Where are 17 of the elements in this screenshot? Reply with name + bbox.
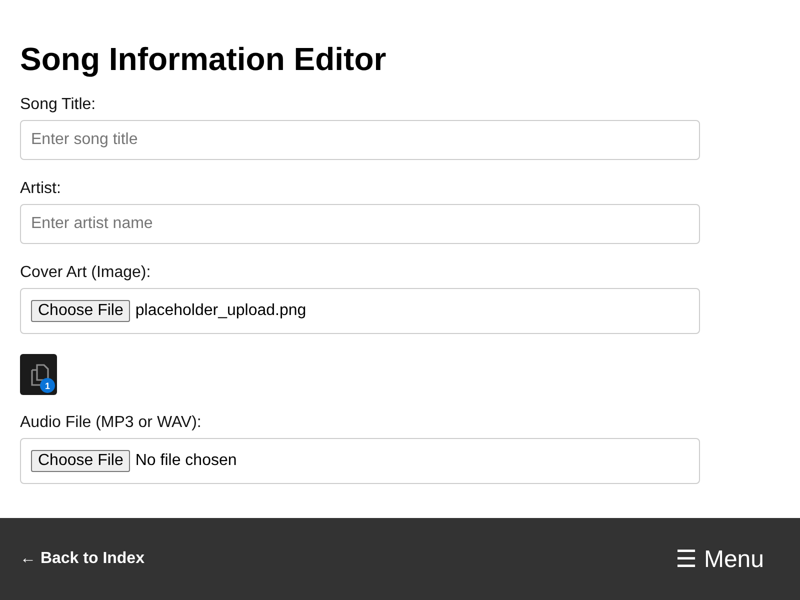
file-input[interactable]: Choose File placeholder_upload.png — [20, 288, 700, 334]
input-field[interactable]: Enter song title — [20, 120, 700, 160]
field-label: Cover Art (Image): — [20, 264, 151, 282]
file-preview-tile[interactable]: 1 — [20, 354, 57, 395]
file-name: No file chosen — [135, 452, 237, 470]
field-label: Audio File (MP3 or WAV): — [20, 414, 202, 432]
back-link[interactable]: ← Back to Index — [20, 550, 144, 568]
page-title: Song Information Editor — [20, 40, 388, 78]
field-label: Song Title: — [20, 96, 96, 114]
menu-button[interactable]: ☰ Menu — [675, 544, 764, 574]
choose-file-button[interactable]: Choose File — [31, 300, 130, 322]
file-input[interactable]: Choose File No file chosen — [20, 438, 700, 484]
file-name: placeholder_upload.png — [135, 302, 306, 320]
field-label: Artist: — [20, 180, 61, 198]
input-field[interactable]: Enter artist name — [20, 204, 700, 244]
count-badge: 1 — [40, 378, 55, 393]
choose-file-button[interactable]: Choose File — [31, 450, 130, 472]
